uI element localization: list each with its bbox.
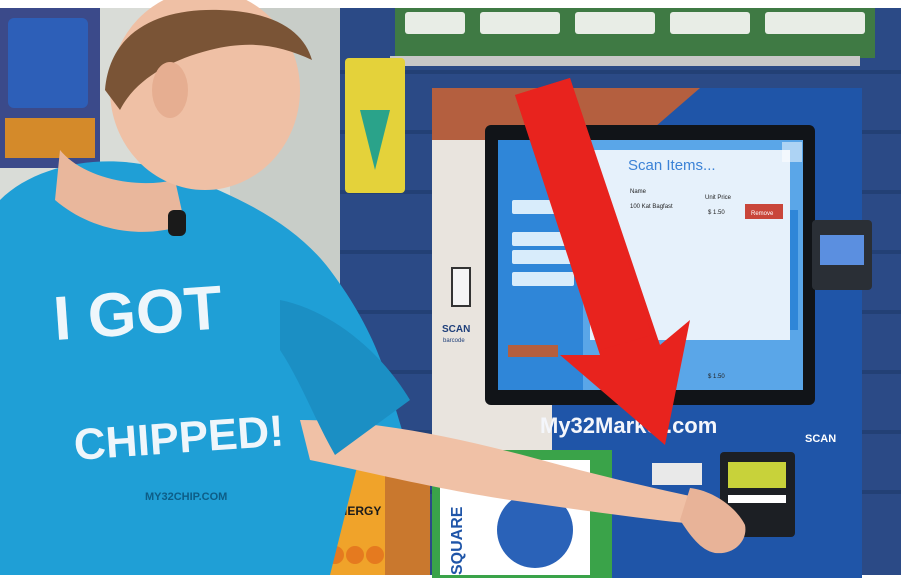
bill-slot [728, 495, 786, 503]
snack-box [385, 470, 430, 575]
scan-label-right: SCAN [805, 433, 836, 445]
screen-col-price: Unit Price [705, 195, 732, 201]
screen-scrollbar [790, 210, 798, 330]
lapel-mic [168, 210, 186, 236]
screen-item-price: $ 1.50 [708, 210, 725, 216]
screen-glare [782, 142, 802, 162]
card-slot [652, 463, 702, 485]
scan-label: SCAN [442, 324, 470, 335]
snack-bag [8, 18, 88, 108]
kiosk-url: My32Market.com [540, 413, 717, 438]
shirt-small-text: MY32CHIP.COM [145, 491, 227, 503]
photo-scene: Scan Items... Name Unit Price 100 Kat Ba… [0, 0, 901, 583]
person-ear [152, 62, 188, 118]
snack-bag-orange [5, 118, 95, 158]
shelf-ledge [390, 56, 860, 66]
photo-illustration: Scan Items... Name Unit Price 100 Kat Ba… [0, 0, 901, 583]
remove-button-label: Remove [751, 211, 774, 217]
frame-top [0, 0, 901, 8]
scan-sub-label: barcode [443, 338, 465, 344]
bill-acceptor-label [728, 462, 786, 488]
barcode-scanner [451, 267, 471, 307]
screen-item-name: 100 Kat Bagfast [630, 204, 673, 210]
shirt-text-line1: I GOT [51, 273, 224, 354]
screen-total: $ 1.50 [708, 374, 725, 380]
screen-col-name: Name [630, 189, 647, 195]
square-sign-text: SQUARE [449, 506, 466, 575]
screen-header: Scan Items... [628, 157, 716, 174]
cancel-button[interactable] [508, 345, 558, 357]
card-reader-screen [820, 235, 864, 265]
